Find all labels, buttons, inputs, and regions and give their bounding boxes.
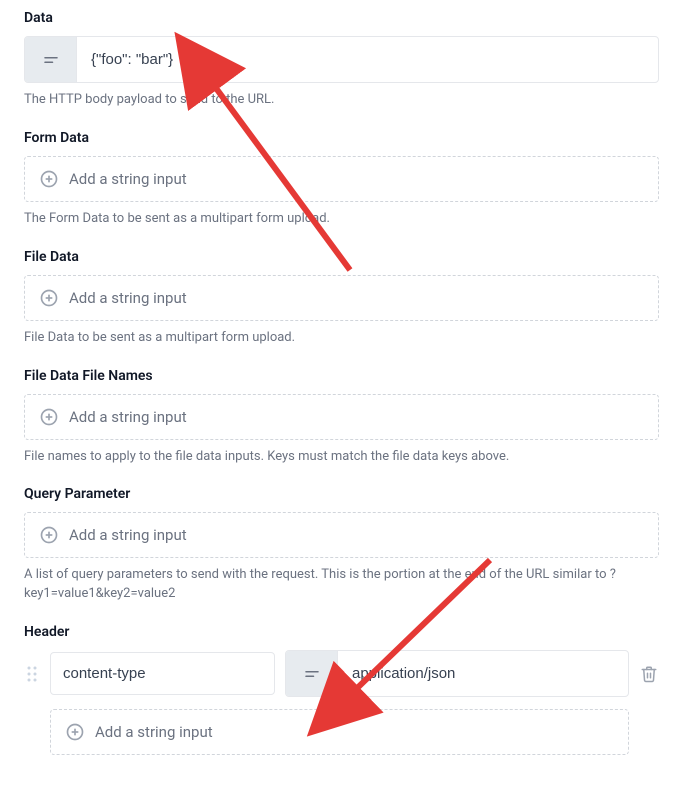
help-file-data-file-names: File names to apply to the file data inp… xyxy=(24,448,659,467)
header-row xyxy=(24,650,659,697)
add-string-label: Add a string input xyxy=(69,408,187,426)
plus-circle-icon xyxy=(65,722,85,742)
form-data-add-string[interactable]: Add a string input xyxy=(24,156,659,202)
label-file-data: File Data xyxy=(24,249,659,265)
data-field[interactable] xyxy=(24,36,659,83)
trash-icon xyxy=(640,665,658,683)
help-file-data: File Data to be sent as a multipart form… xyxy=(24,329,659,348)
add-string-label: Add a string input xyxy=(69,289,187,307)
plus-circle-icon xyxy=(39,525,59,545)
help-query-parameter: A list of query parameters to send with … xyxy=(24,566,659,604)
plus-circle-icon xyxy=(39,169,59,189)
file-data-add-string[interactable]: Add a string input xyxy=(24,275,659,321)
section-query-parameter: Query Parameter Add a string input A lis… xyxy=(24,486,659,604)
drag-handle-icon[interactable] xyxy=(24,665,40,683)
section-form-data: Form Data Add a string input The Form Da… xyxy=(24,130,659,229)
section-header: Header Add a string input xyxy=(24,624,659,755)
help-data: The HTTP body payload to send to the URL… xyxy=(24,91,659,110)
section-file-data: File Data Add a string input File Data t… xyxy=(24,249,659,348)
label-query-parameter: Query Parameter xyxy=(24,486,659,502)
header-value-input[interactable] xyxy=(338,651,628,696)
text-mode-icon[interactable] xyxy=(286,651,338,696)
header-value-field[interactable] xyxy=(285,650,629,697)
file-data-file-names-add-string[interactable]: Add a string input xyxy=(24,394,659,440)
text-mode-icon[interactable] xyxy=(25,37,77,82)
query-parameter-add-string[interactable]: Add a string input xyxy=(24,512,659,558)
plus-circle-icon xyxy=(39,407,59,427)
section-data: Data The HTTP body payload to send to th… xyxy=(24,10,659,110)
data-input[interactable] xyxy=(77,37,658,82)
add-string-label: Add a string input xyxy=(95,723,213,741)
plus-circle-icon xyxy=(39,288,59,308)
section-file-data-file-names: File Data File Names Add a string input … xyxy=(24,368,659,467)
label-data: Data xyxy=(24,10,659,26)
add-string-label: Add a string input xyxy=(69,526,187,544)
add-string-label: Add a string input xyxy=(69,170,187,188)
label-form-data: Form Data xyxy=(24,130,659,146)
label-header: Header xyxy=(24,624,659,640)
header-add-string[interactable]: Add a string input xyxy=(50,709,629,755)
help-form-data: The Form Data to be sent as a multipart … xyxy=(24,210,659,229)
label-file-data-file-names: File Data File Names xyxy=(24,368,659,384)
header-key-input[interactable] xyxy=(50,652,275,695)
delete-header-button[interactable] xyxy=(639,665,659,683)
